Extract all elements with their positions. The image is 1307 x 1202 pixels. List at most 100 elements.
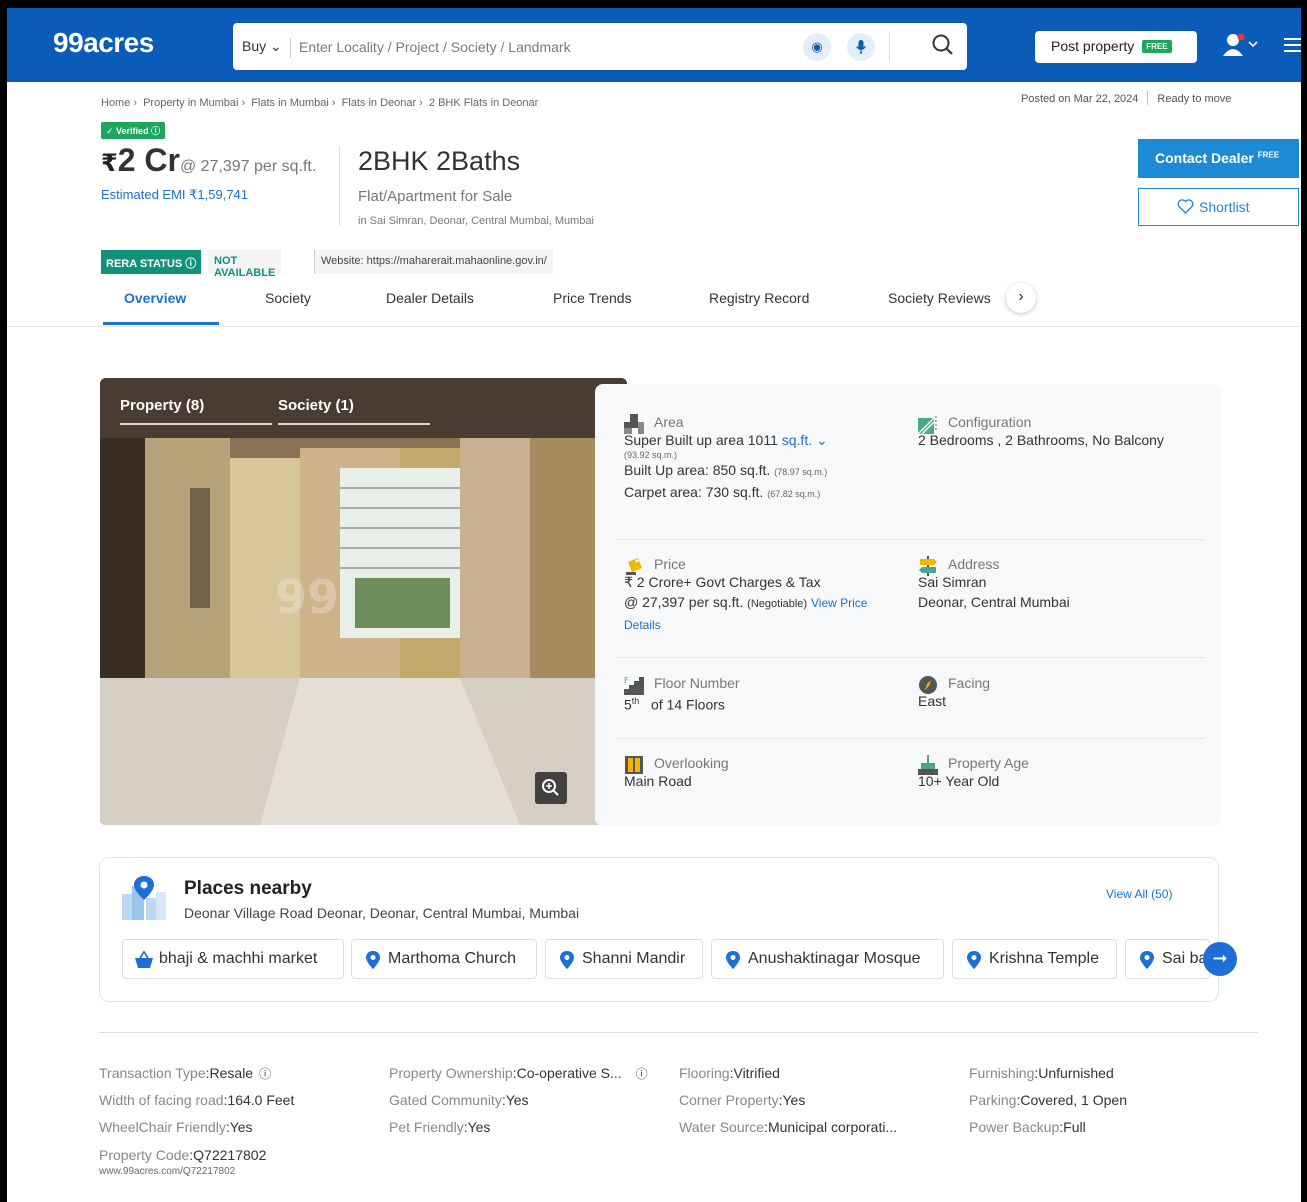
- user-account-icon[interactable]: [1222, 32, 1258, 58]
- price-amount: 2 Cr: [117, 142, 180, 178]
- verified-label: Verified: [116, 126, 149, 136]
- tab-society-photos[interactable]: Society (1): [278, 397, 354, 414]
- tab-society[interactable]: Society: [265, 290, 311, 306]
- area-label: Area: [654, 414, 684, 430]
- attr-value: Yes: [782, 1092, 806, 1108]
- tab-society-reviews[interactable]: Society Reviews: [888, 290, 991, 306]
- search-icon[interactable]: [930, 32, 956, 58]
- overlooking-detail: Overlooking Main Road: [624, 755, 894, 791]
- rera-status-badge: RERA STATUS ⓘ: [101, 250, 202, 274]
- map-pin-icon: [726, 951, 740, 969]
- property-photo[interactable]: 99 Property (8) Society (1): [100, 378, 627, 825]
- contact-dealer-label: Contact Dealer: [1155, 150, 1254, 166]
- estimated-emi-link[interactable]: Estimated EMI ₹1,59,741: [101, 187, 248, 203]
- property-age-icon: [918, 755, 938, 775]
- info-icon[interactable]: ⓘ: [636, 1067, 648, 1081]
- info-icon[interactable]: ⓘ: [259, 1067, 271, 1081]
- post-property-label: Post property: [1051, 38, 1135, 54]
- search-mode-dropdown[interactable]: Buy ⌄: [242, 38, 291, 58]
- heart-icon: [1177, 199, 1194, 214]
- site-logo[interactable]: 99acres: [53, 27, 154, 59]
- transaction-type: Transaction Type:Resale ⓘ: [99, 1065, 272, 1081]
- view-all-places-link[interactable]: View All (50): [1106, 887, 1172, 901]
- nearby-place-label: Anushaktinagar Mosque: [748, 950, 921, 967]
- chevron-right-icon[interactable]: ›: [1006, 283, 1036, 313]
- possession-status: Ready to move: [1157, 93, 1232, 105]
- tab-price-trends[interactable]: Price Trends: [553, 290, 632, 306]
- breadcrumb-item[interactable]: Flats in Deonar: [342, 97, 417, 109]
- nearby-place-chip[interactable]: bhaji & machhi market: [122, 939, 344, 979]
- facing-detail: Facing East: [918, 675, 1208, 711]
- room-photo-image: 99: [100, 378, 627, 825]
- facing-value: East: [918, 693, 947, 709]
- breadcrumb: Home › Property in Mumbai › Flats in Mumba…: [101, 97, 539, 109]
- menu-icon[interactable]: [1284, 38, 1301, 52]
- tab-dealer-details[interactable]: Dealer Details: [386, 290, 474, 306]
- nearby-place-chip[interactable]: Marthoma Church: [351, 939, 537, 979]
- property-ownership: Property Ownership:Co-operative S... ⓘ: [389, 1065, 648, 1081]
- nearby-place-label: Sai ba: [1162, 950, 1208, 967]
- address-line-1: Sai Simran: [918, 574, 987, 590]
- microphone-icon[interactable]: [847, 33, 875, 61]
- attr-label: Water Source: [679, 1119, 765, 1135]
- breadcrumb-item[interactable]: Flats in Mumbai: [251, 97, 329, 109]
- info-icon[interactable]: ⓘ: [151, 126, 160, 136]
- attr-value: Covered, 1 Open: [1020, 1092, 1127, 1108]
- nearby-place-label: Shanni Mandir: [582, 950, 686, 967]
- info-icon[interactable]: ⓘ: [185, 258, 196, 270]
- tab-property-photos[interactable]: Property (8): [120, 397, 204, 414]
- breadcrumb-item[interactable]: 2 BHK Flats in Deonar: [429, 97, 538, 109]
- tab-registry-record[interactable]: Registry Record: [709, 290, 809, 306]
- attr-label: Furnishing: [969, 1065, 1035, 1081]
- search-input[interactable]: [299, 32, 799, 62]
- post-property-button[interactable]: Post property FREE: [1035, 31, 1197, 63]
- pet-friendly: Pet Friendly:Yes: [389, 1119, 491, 1135]
- flooring: Flooring:Vitrified: [679, 1065, 780, 1081]
- breadcrumb-item[interactable]: Home: [101, 97, 130, 109]
- posted-date: Posted on Mar 22, 2024: [1021, 93, 1139, 105]
- attr-label: Flooring: [679, 1065, 730, 1081]
- breadcrumb-item[interactable]: Property in Mumbai: [143, 97, 238, 109]
- locate-me-icon[interactable]: ◉: [803, 33, 831, 61]
- nearby-place-chip[interactable]: Krishna Temple: [952, 939, 1117, 979]
- svg-text:F: F: [624, 676, 629, 685]
- nearby-place-label: bhaji & machhi market: [159, 950, 318, 967]
- nearby-place-chip[interactable]: Sai ba: [1125, 939, 1210, 979]
- shortlist-button[interactable]: Shortlist: [1138, 188, 1299, 226]
- map-pin-icon: [366, 951, 380, 969]
- property-age-detail: Property Age 10+ Year Old: [918, 755, 1208, 791]
- places-nearby-section: Places nearby Deonar Village Road Deonar…: [99, 857, 1237, 1002]
- floor-icon: F: [624, 676, 644, 695]
- contact-dealer-button[interactable]: Contact Dealer FREE: [1138, 139, 1299, 178]
- rupee-symbol: ₹: [101, 150, 118, 177]
- nearby-place-chip[interactable]: Shanni Mandir: [545, 939, 703, 979]
- listing-subtitle: Flat/Apartment for Sale: [358, 188, 513, 205]
- arrow-right-icon[interactable]: ➞: [1203, 942, 1237, 976]
- floor-number: 5: [624, 696, 632, 713]
- attr-value: Vitrified: [733, 1065, 780, 1081]
- area-unit-dropdown[interactable]: sq.ft. ⌄: [782, 432, 828, 448]
- nearby-place-chip[interactable]: Anushaktinagar Mosque: [711, 939, 944, 979]
- attr-label: Transaction Type: [99, 1065, 206, 1081]
- property-code: Property Code:Q72217802: [99, 1147, 267, 1163]
- zoom-icon[interactable]: [535, 772, 567, 804]
- property-age-label: Property Age: [948, 755, 1029, 771]
- rera-website[interactable]: Website: https://maharerait.mahaonline.g…: [314, 250, 553, 274]
- price-tag-icon: [626, 558, 642, 575]
- price-detail: Price ₹ 2 Crore+ Govt Charges & Tax @ 27…: [624, 556, 894, 635]
- attr-label: Pet Friendly: [389, 1119, 464, 1135]
- active-tab-indicator: [103, 322, 219, 325]
- address-detail: Address Sai Simran Deonar, Central Mumba…: [918, 556, 1208, 612]
- map-pin-icon: [967, 951, 981, 969]
- floor-label: Floor Number: [654, 675, 740, 691]
- shopping-basket-icon: [135, 950, 153, 968]
- price-per-sqft-detail: @ 27,397 per sq.ft.: [624, 594, 744, 610]
- area-detail: Area Super Built up area 1011 sq.ft. ⌄ (…: [624, 414, 894, 504]
- photo-tab-underline: [120, 423, 272, 425]
- attr-label: Gated Community: [389, 1092, 502, 1108]
- property-url[interactable]: www.99acres.com/Q72217802: [99, 1166, 235, 1177]
- free-badge: FREE: [1257, 150, 1280, 160]
- tab-overview[interactable]: Overview: [124, 290, 186, 306]
- address-line-2: Deonar, Central Mumbai: [918, 594, 1070, 610]
- attr-label: Property Code: [99, 1147, 190, 1163]
